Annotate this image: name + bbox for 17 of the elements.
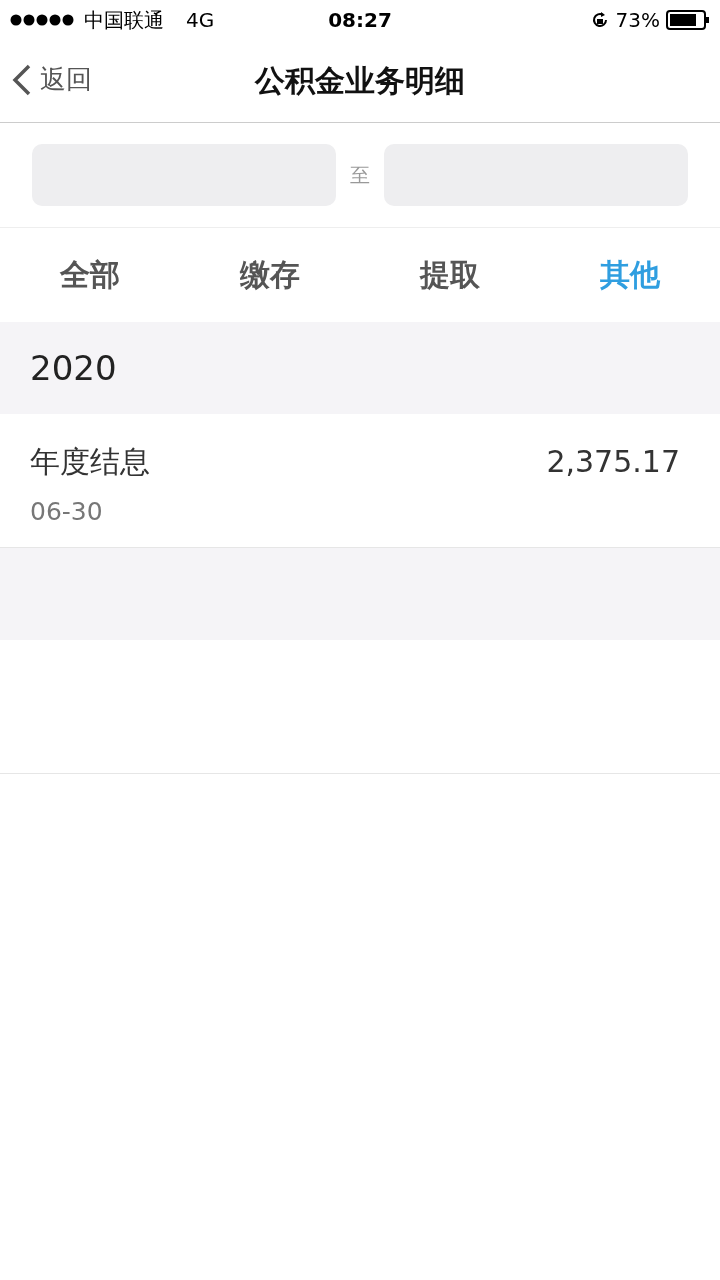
year-label: 2020 — [30, 348, 117, 388]
transaction-amount: 2,375.17 — [546, 443, 680, 481]
filter-tab[interactable]: 全部 — [0, 228, 180, 322]
carrier-name: 中国联通 — [84, 6, 164, 34]
date-separator: 至 — [350, 161, 370, 189]
battery-percent: 73% — [615, 8, 660, 32]
filter-tab[interactable]: 提取 — [360, 228, 540, 322]
transaction-date: 06-30 — [30, 497, 104, 526]
transaction-title: 年度结息 — [30, 443, 150, 481]
filter-tab[interactable]: 缴存 — [180, 228, 360, 322]
battery-icon — [666, 10, 710, 30]
network-type: 4G — [186, 8, 215, 32]
back-button[interactable]: 返回 — [12, 62, 92, 97]
signal-icon — [10, 14, 76, 26]
page-title: 公积金业务明细 — [255, 61, 465, 100]
status-time: 08:27 — [328, 8, 392, 32]
chevron-left-icon — [12, 63, 32, 96]
